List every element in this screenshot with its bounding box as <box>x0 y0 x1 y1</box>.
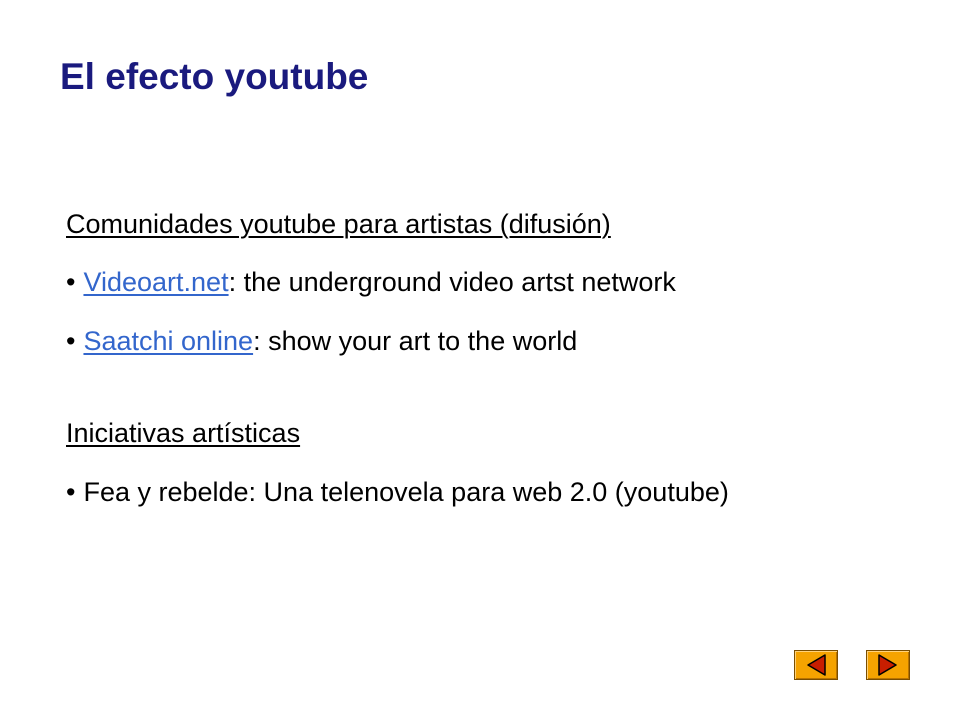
triangle-left-icon <box>807 654 826 676</box>
list-item-videoart: • Videoart.net: the underground video art… <box>66 266 926 298</box>
slide-content: Comunidades youtube para artistas (difus… <box>66 208 926 508</box>
section-heading-iniciativas: Iniciativas artísticas <box>66 418 301 449</box>
triangle-right-icon <box>878 654 897 676</box>
bullet-icon: • <box>66 476 76 507</box>
bullet-icon: • <box>66 267 76 298</box>
bullet-icon: • <box>66 325 76 356</box>
list-item-fea-y-rebelde: • Fea y rebelde: Una telenovela para web … <box>66 476 926 508</box>
previous-slide-button[interactable] <box>794 650 838 680</box>
list-item-text: the underground video artst network <box>236 267 676 298</box>
list-item-text: show your art to the world <box>260 325 578 356</box>
list-item-separator: : <box>253 325 261 356</box>
list-item-saatchi: • Saatchi online: show your art to the wo… <box>66 325 926 357</box>
saatchi-online-link[interactable]: Saatchi online <box>83 326 253 356</box>
slide-title: El efecto youtube <box>60 56 369 97</box>
list-item-separator: : <box>228 267 237 298</box>
section-heading-comunidades: Comunidades youtube para artistas (difus… <box>66 209 611 239</box>
next-slide-button[interactable] <box>866 650 910 680</box>
videoart-link[interactable]: Videoart.net <box>83 267 228 297</box>
list-item-text: Fea y rebelde: Una telenovela para web 2… <box>83 476 729 507</box>
